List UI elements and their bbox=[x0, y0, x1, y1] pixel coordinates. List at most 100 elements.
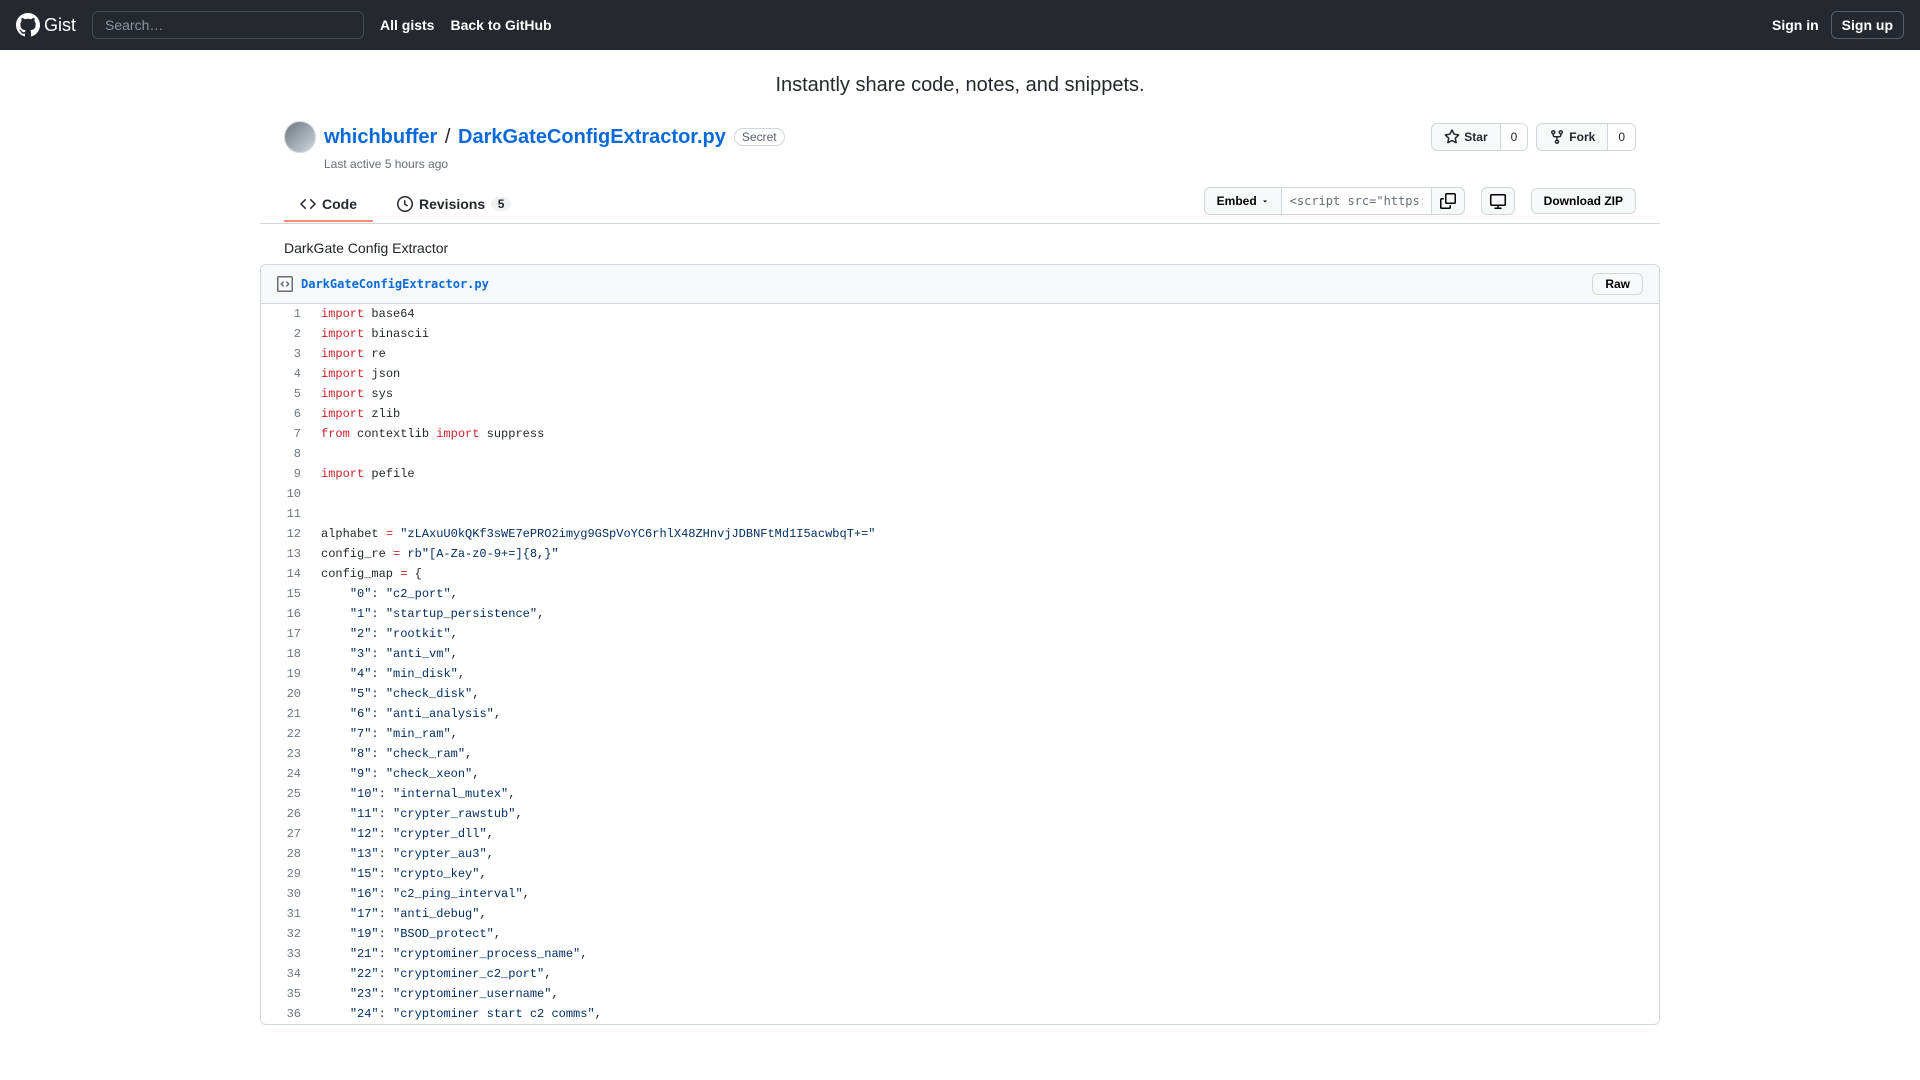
line-number[interactable]: 6 bbox=[261, 404, 311, 424]
fork-count[interactable]: 0 bbox=[1608, 123, 1636, 151]
gist-name-link[interactable]: DarkGateConfigExtractor.py bbox=[458, 126, 726, 148]
raw-button[interactable]: Raw bbox=[1592, 273, 1643, 295]
line-number[interactable]: 3 bbox=[261, 344, 311, 364]
line-number[interactable]: 24 bbox=[261, 764, 311, 784]
code-line[interactable]: "10": "internal_mutex", bbox=[311, 784, 1659, 804]
code-line[interactable] bbox=[311, 444, 1659, 464]
fork-group: Fork 0 bbox=[1536, 123, 1636, 151]
nav-all-gists[interactable]: All gists bbox=[380, 17, 434, 33]
code-line[interactable]: "21": "cryptominer_process_name", bbox=[311, 944, 1659, 964]
code-line[interactable]: "13": "crypter_au3", bbox=[311, 844, 1659, 864]
code-line[interactable]: "24": "cryptominer start c2 comms", bbox=[311, 1004, 1659, 1024]
line-number[interactable]: 25 bbox=[261, 784, 311, 804]
line-number[interactable]: 35 bbox=[261, 984, 311, 1004]
code-line[interactable]: "15": "crypto_key", bbox=[311, 864, 1659, 884]
line-number[interactable]: 13 bbox=[261, 544, 311, 564]
line-number[interactable]: 31 bbox=[261, 904, 311, 924]
line-number[interactable]: 26 bbox=[261, 804, 311, 824]
tab-revisions[interactable]: Revisions 5 bbox=[381, 188, 527, 222]
nav-back-to-github[interactable]: Back to GitHub bbox=[450, 17, 551, 33]
star-button[interactable]: Star bbox=[1431, 123, 1500, 151]
code-line[interactable]: "5": "check_disk", bbox=[311, 684, 1659, 704]
code-line[interactable]: import base64 bbox=[311, 304, 1659, 324]
line-number[interactable]: 12 bbox=[261, 524, 311, 544]
code-line[interactable]: "23": "cryptominer_username", bbox=[311, 984, 1659, 1004]
toolbar: Embed Download ZIP bbox=[1204, 187, 1636, 223]
code-line[interactable]: "4": "min_disk", bbox=[311, 664, 1659, 684]
desktop-button[interactable] bbox=[1481, 187, 1515, 215]
author-link[interactable]: whichbuffer bbox=[324, 126, 437, 148]
code-line[interactable]: import re bbox=[311, 344, 1659, 364]
code-line[interactable]: "11": "crypter_rawstub", bbox=[311, 804, 1659, 824]
signin-link[interactable]: Sign in bbox=[1772, 17, 1819, 33]
line-number[interactable]: 20 bbox=[261, 684, 311, 704]
code-line[interactable]: import sys bbox=[311, 384, 1659, 404]
code-line[interactable]: "9": "check_xeon", bbox=[311, 764, 1659, 784]
star-label: Star bbox=[1464, 127, 1487, 147]
line-number[interactable]: 30 bbox=[261, 884, 311, 904]
code-line[interactable] bbox=[311, 484, 1659, 504]
code-line[interactable]: "8": "check_ram", bbox=[311, 744, 1659, 764]
code-line[interactable]: "1": "startup_persistence", bbox=[311, 604, 1659, 624]
code-line[interactable]: "17": "anti_debug", bbox=[311, 904, 1659, 924]
line-number[interactable]: 22 bbox=[261, 724, 311, 744]
embed-url-input[interactable] bbox=[1282, 187, 1432, 215]
line-number[interactable]: 27 bbox=[261, 824, 311, 844]
star-count[interactable]: 0 bbox=[1501, 123, 1529, 151]
line-number[interactable]: 23 bbox=[261, 744, 311, 764]
code-line[interactable]: "3": "anti_vm", bbox=[311, 644, 1659, 664]
line-number[interactable]: 34 bbox=[261, 964, 311, 984]
code-line[interactable] bbox=[311, 504, 1659, 524]
download-zip-button[interactable]: Download ZIP bbox=[1531, 188, 1636, 214]
copy-button[interactable] bbox=[1432, 187, 1465, 215]
line-number[interactable]: 2 bbox=[261, 324, 311, 344]
code-line[interactable]: "19": "BSOD_protect", bbox=[311, 924, 1659, 944]
line-number[interactable]: 21 bbox=[261, 704, 311, 724]
tab-code[interactable]: Code bbox=[284, 188, 373, 222]
search-input[interactable] bbox=[92, 11, 364, 39]
line-number[interactable]: 29 bbox=[261, 864, 311, 884]
embed-dropdown[interactable]: Embed bbox=[1204, 187, 1282, 215]
gist-logo[interactable]: Gist bbox=[16, 13, 76, 37]
line-number[interactable]: 28 bbox=[261, 844, 311, 864]
line-number[interactable]: 7 bbox=[261, 424, 311, 444]
line-number[interactable]: 5 bbox=[261, 384, 311, 404]
code-line[interactable]: import json bbox=[311, 364, 1659, 384]
line-number[interactable]: 9 bbox=[261, 464, 311, 484]
line-number[interactable]: 1 bbox=[261, 304, 311, 324]
line-number[interactable]: 33 bbox=[261, 944, 311, 964]
line-number[interactable]: 36 bbox=[261, 1004, 311, 1024]
line-number[interactable]: 19 bbox=[261, 664, 311, 684]
line-number[interactable]: 16 bbox=[261, 604, 311, 624]
signup-button[interactable]: Sign up bbox=[1831, 11, 1904, 39]
code-line[interactable]: config_re = rb"[A-Za-z0-9+=]{8,}" bbox=[311, 544, 1659, 564]
avatar[interactable] bbox=[284, 121, 316, 153]
fork-button[interactable]: Fork bbox=[1536, 123, 1608, 151]
line-number[interactable]: 18 bbox=[261, 644, 311, 664]
code-line[interactable]: alphabet = "zLAxuU0kQKf3sWE7ePRO2imyg9GS… bbox=[311, 524, 1659, 544]
line-number[interactable]: 10 bbox=[261, 484, 311, 504]
line-number[interactable]: 8 bbox=[261, 444, 311, 464]
code-line[interactable]: "16": "c2_ping_interval", bbox=[311, 884, 1659, 904]
code-line[interactable]: from contextlib import suppress bbox=[311, 424, 1659, 444]
line-number[interactable]: 17 bbox=[261, 624, 311, 644]
tab-code-label: Code bbox=[322, 196, 357, 212]
code-line[interactable]: config_map = { bbox=[311, 564, 1659, 584]
code-line[interactable]: "22": "cryptominer_c2_port", bbox=[311, 964, 1659, 984]
line-number[interactable]: 15 bbox=[261, 584, 311, 604]
code-line[interactable]: "12": "crypter_dll", bbox=[311, 824, 1659, 844]
line-number[interactable]: 14 bbox=[261, 564, 311, 584]
line-number[interactable]: 4 bbox=[261, 364, 311, 384]
code-line[interactable]: "2": "rootkit", bbox=[311, 624, 1659, 644]
code-line[interactable]: "7": "min_ram", bbox=[311, 724, 1659, 744]
code-row: 31 "17": "anti_debug", bbox=[261, 904, 1659, 924]
code-line[interactable]: import pefile bbox=[311, 464, 1659, 484]
code-row: 23 "8": "check_ram", bbox=[261, 744, 1659, 764]
line-number[interactable]: 11 bbox=[261, 504, 311, 524]
line-number[interactable]: 32 bbox=[261, 924, 311, 944]
code-line[interactable]: import binascii bbox=[311, 324, 1659, 344]
file-name-link[interactable]: DarkGateConfigExtractor.py bbox=[301, 277, 489, 291]
code-line[interactable]: "6": "anti_analysis", bbox=[311, 704, 1659, 724]
code-line[interactable]: import zlib bbox=[311, 404, 1659, 424]
code-line[interactable]: "0": "c2_port", bbox=[311, 584, 1659, 604]
